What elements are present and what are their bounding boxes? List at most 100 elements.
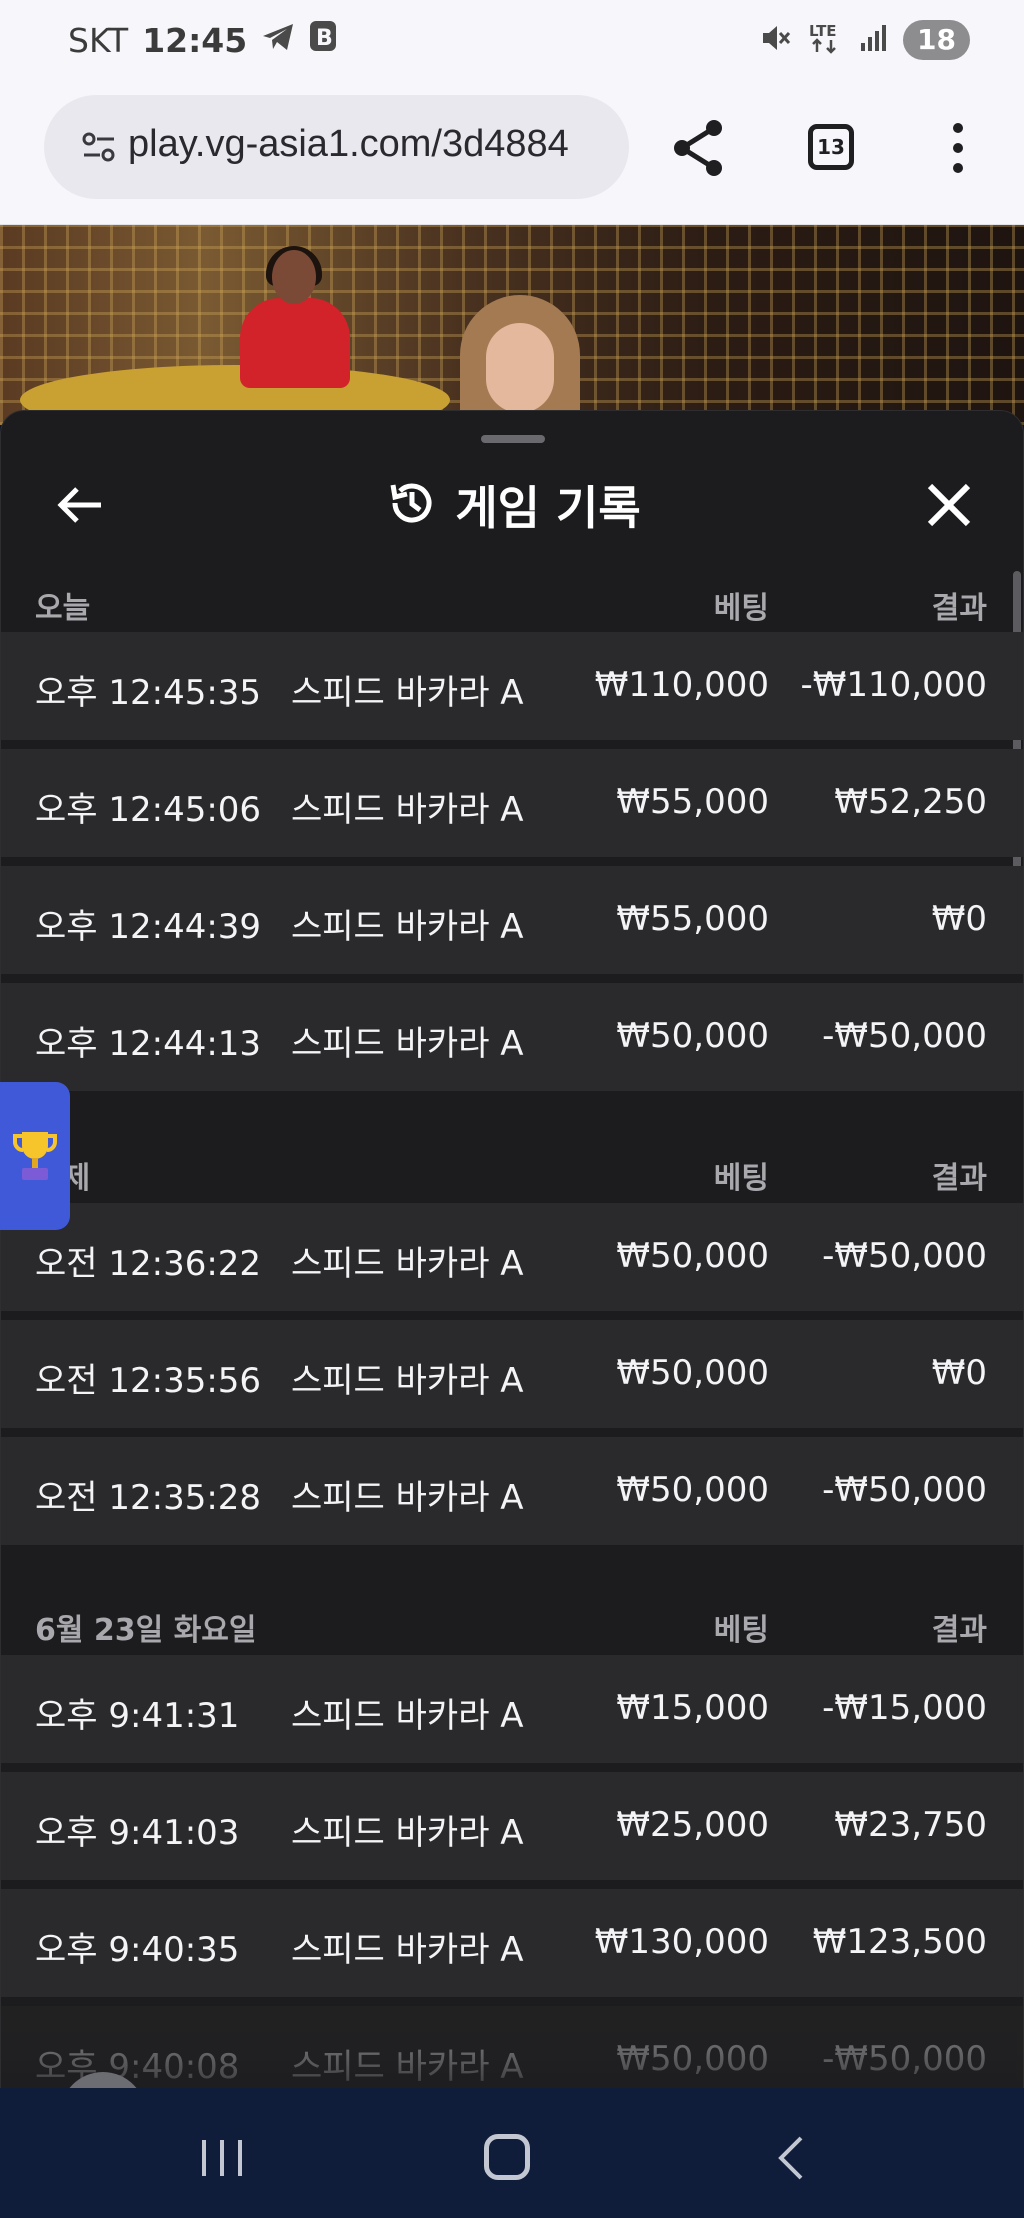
back-button[interactable] [51, 477, 107, 533]
status-time: 12:45 [142, 20, 248, 60]
svg-text:B: B [316, 26, 333, 51]
trophy-button[interactable] [0, 1082, 70, 1230]
signal-icon [859, 23, 887, 57]
mute-icon [759, 22, 791, 58]
carrier-label: SKT [68, 20, 129, 60]
host-figure [460, 295, 580, 425]
bet-column-header: 베팅 [713, 1161, 769, 1196]
row-result: -₩50,000 [822, 1236, 987, 1276]
result-column-header: 결과 [931, 1161, 987, 1196]
drag-handle[interactable] [481, 435, 545, 443]
row-time: 오전 12:36:22 [35, 1244, 262, 1284]
panel-header: 게임 기록 [1, 473, 1023, 537]
tab-count: 13 [817, 135, 845, 159]
status-left: SKT 12:45 B [68, 18, 337, 62]
row-time: 오후 12:45:35 [35, 673, 262, 713]
scroll-fade [1, 2051, 1023, 2089]
history-icon [385, 477, 437, 533]
dealer-figure [240, 246, 350, 390]
game-history-panel: 게임 기록 오늘 베팅 결과 오후 12:45:35 스피드 바카라 A ₩11… [0, 410, 1024, 2090]
row-bet: ₩25,000 [616, 1805, 769, 1845]
trophy-icon [13, 1132, 57, 1180]
history-row[interactable]: 오후 12:44:39 스피드 바카라 A ₩55,000 ₩0 [1, 866, 1023, 974]
row-bet: ₩110,000 [594, 665, 769, 705]
history-row[interactable]: 오후 12:45:35 스피드 바카라 A ₩110,000 -₩110,000 [1, 632, 1023, 740]
row-game: 스피드 바카라 A [291, 907, 524, 947]
b-app-icon: B [309, 20, 337, 60]
row-game: 스피드 바카라 A [291, 1361, 524, 1401]
battery-indicator: 18 [903, 20, 970, 60]
status-bar: SKT 12:45 B LTE 18 [0, 0, 1024, 80]
history-row[interactable]: 오후 9:41:31 스피드 바카라 A ₩15,000 -₩15,000 [1, 1655, 1023, 1763]
lte-icon: LTE [807, 20, 843, 60]
row-time: 오후 12:45:06 [35, 790, 262, 830]
history-row[interactable]: 오전 12:35:28 스피드 바카라 A ₩50,000 -₩50,000 [1, 1437, 1023, 1545]
site-settings-icon[interactable] [82, 131, 116, 167]
recent-apps-button[interactable] [200, 2138, 244, 2182]
tab-switcher-button[interactable]: 13 [808, 124, 854, 170]
section-label: 오늘 [35, 591, 91, 626]
row-result: ₩123,500 [812, 1922, 987, 1962]
row-game: 스피드 바카라 A [291, 1930, 524, 1970]
row-result: -₩15,000 [822, 1688, 987, 1728]
more-options-icon[interactable] [950, 122, 966, 178]
live-video-stream [0, 225, 1024, 425]
system-navigation-bar [0, 2088, 1024, 2218]
row-result: ₩23,750 [834, 1805, 987, 1845]
row-bet: ₩15,000 [616, 1688, 769, 1728]
row-game: 스피드 바카라 A [291, 790, 524, 830]
close-button[interactable] [921, 477, 977, 533]
share-icon[interactable] [670, 118, 726, 182]
row-result: -₩50,000 [822, 1470, 987, 1510]
row-game: 스피드 바카라 A [291, 1478, 524, 1518]
system-back-button[interactable] [775, 2134, 805, 2186]
row-bet: ₩50,000 [616, 1353, 769, 1393]
result-column-header: 결과 [931, 591, 987, 626]
panel-title: 게임 기록 [455, 481, 641, 535]
row-result: ₩0 [931, 1353, 987, 1393]
row-game: 스피드 바카라 A [291, 1024, 524, 1064]
row-result: ₩52,250 [834, 782, 987, 822]
row-bet: ₩50,000 [616, 1470, 769, 1510]
row-result: ₩0 [931, 899, 987, 939]
section-header-yesterday: 어제 베팅 결과 [1, 1141, 1011, 1201]
home-button[interactable] [484, 2134, 530, 2180]
row-game: 스피드 바카라 A [291, 1696, 524, 1736]
row-bet: ₩55,000 [616, 782, 769, 822]
row-time: 오전 12:35:28 [35, 1478, 262, 1518]
url-text: play.vg-asia1.com/3d4884 [128, 123, 569, 165]
history-row[interactable]: 오후 12:44:13 스피드 바카라 A ₩50,000 -₩50,000 [1, 983, 1023, 1091]
row-result: -₩50,000 [822, 1016, 987, 1056]
row-bet: ₩55,000 [616, 899, 769, 939]
svg-text:LTE: LTE [809, 22, 837, 40]
row-time: 오후 9:41:31 [35, 1696, 240, 1736]
row-time: 오후 12:44:39 [35, 907, 262, 947]
result-column-header: 결과 [931, 1613, 987, 1648]
section-header-date: 6월 23일 화요일 베팅 결과 [1, 1593, 1011, 1653]
row-time: 오전 12:35:56 [35, 1361, 262, 1401]
row-time: 오후 9:41:03 [35, 1813, 240, 1853]
section-header-today: 오늘 베팅 결과 [1, 571, 1011, 631]
history-row[interactable]: 오후 9:41:03 스피드 바카라 A ₩25,000 ₩23,750 [1, 1772, 1023, 1880]
row-game: 스피드 바카라 A [291, 1813, 524, 1853]
history-row[interactable]: 오후 9:40:35 스피드 바카라 A ₩130,000 ₩123,500 [1, 1889, 1023, 1997]
row-bet: ₩50,000 [616, 1016, 769, 1056]
row-bet: ₩50,000 [616, 1236, 769, 1276]
history-row[interactable]: 오전 12:35:56 스피드 바카라 A ₩50,000 ₩0 [1, 1320, 1023, 1428]
row-result: -₩110,000 [800, 665, 988, 705]
row-bet: ₩130,000 [594, 1922, 769, 1962]
close-icon [927, 483, 971, 527]
browser-toolbar: play.vg-asia1.com/3d4884 13 [0, 80, 1024, 225]
history-row[interactable]: 오전 12:36:22 스피드 바카라 A ₩50,000 -₩50,000 [1, 1203, 1023, 1311]
address-bar[interactable]: play.vg-asia1.com/3d4884 [44, 95, 629, 199]
section-label: 6월 23일 화요일 [35, 1613, 257, 1648]
bet-column-header: 베팅 [713, 591, 769, 626]
history-row[interactable]: 오후 12:45:06 스피드 바카라 A ₩55,000 ₩52,250 [1, 749, 1023, 857]
arrow-left-icon [57, 487, 101, 523]
row-time: 오후 12:44:13 [35, 1024, 262, 1064]
status-right: LTE 18 [759, 18, 970, 62]
bet-column-header: 베팅 [713, 1613, 769, 1648]
telegram-icon [261, 21, 295, 60]
row-game: 스피드 바카라 A [291, 673, 524, 713]
recent-apps-icon [202, 2140, 242, 2176]
